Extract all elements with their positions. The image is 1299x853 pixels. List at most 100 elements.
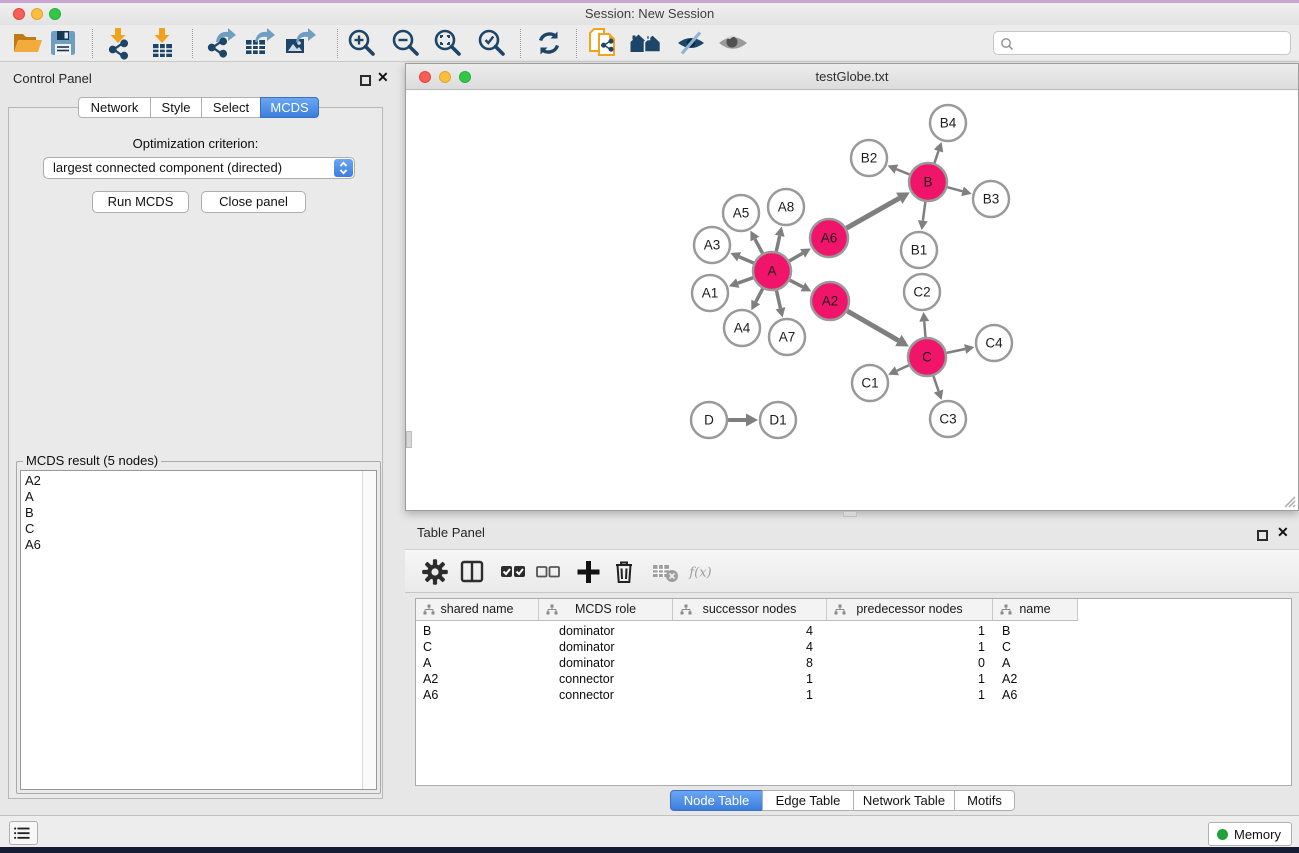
window-titlebar[interactable]: Session: New Session (0, 3, 1299, 25)
result-list-scrollbar[interactable] (362, 471, 376, 789)
delete-column-icon[interactable] (609, 557, 639, 587)
close-traffic-light[interactable] (13, 8, 25, 20)
table-panel-close-icon[interactable]: ✕ (1277, 527, 1289, 538)
vertical-scrollbar-stub[interactable] (406, 431, 412, 448)
network-minimize-traffic-light[interactable] (439, 71, 451, 83)
cell: 1 (673, 671, 827, 687)
table-row-A[interactable]: Adominator80A (416, 655, 1291, 671)
edge-A-A5[interactable] (755, 239, 763, 253)
cell: C (416, 639, 539, 655)
edge-A-A2[interactable] (790, 280, 803, 287)
edge-B-B4[interactable] (934, 151, 938, 163)
tab-style[interactable]: Style (150, 97, 202, 118)
close-panel-button[interactable]: Close panel (201, 191, 306, 213)
edge-B-B3[interactable] (947, 187, 962, 191)
export-table-icon[interactable] (242, 26, 276, 60)
edge-B-B2[interactable] (896, 169, 909, 174)
run-mcds-button[interactable]: Run MCDS (92, 191, 189, 213)
result-list-item[interactable]: A (21, 489, 376, 505)
home-icon[interactable] (629, 26, 663, 60)
control-panel-float-icon[interactable] (360, 73, 371, 91)
add-column-icon[interactable] (573, 557, 603, 587)
network-maximize-traffic-light[interactable] (459, 71, 471, 83)
split-columns-icon[interactable] (457, 557, 487, 587)
node-table[interactable]: shared nameMCDS rolesuccessor nodesprede… (415, 598, 1292, 786)
table-row-A2[interactable]: A2connector11A2 (416, 671, 1291, 687)
result-list-item[interactable]: A6 (21, 537, 376, 553)
table-row-B[interactable]: Bdominator41B (416, 623, 1291, 639)
export-network-icon[interactable] (203, 26, 237, 60)
edge-A6-B[interactable] (846, 198, 899, 228)
column-header-predecessor-nodes[interactable]: predecessor nodes (827, 599, 993, 621)
edge-A-A7[interactable] (776, 291, 780, 309)
tab-network[interactable]: Network (78, 97, 151, 118)
export-image-icon[interactable] (282, 26, 316, 60)
open-session-icon[interactable] (10, 26, 44, 60)
maximize-traffic-light[interactable] (49, 8, 61, 20)
edge-B-B1[interactable] (923, 202, 926, 221)
network-graph[interactable]: AA1A2A3A4A5A6A7A8BB1B2B3B4CC1C2C3C4DD1 (406, 90, 1298, 510)
table-panel-float-icon[interactable] (1257, 528, 1268, 546)
mcds-result-list[interactable]: A2ABCA6 (20, 470, 377, 790)
network-window-titlebar[interactable]: testGlobe.txt (406, 64, 1298, 90)
graph-node-label: B2 (861, 151, 878, 166)
result-list-item[interactable]: C (21, 521, 376, 537)
graph-node-label: A8 (778, 200, 795, 215)
tab-edge-table[interactable]: Edge Table (762, 790, 854, 811)
column-header-name[interactable]: name (993, 599, 1078, 621)
search-icon (1000, 37, 1014, 51)
tab-mcds[interactable]: MCDS (260, 97, 319, 118)
save-session-icon[interactable] (46, 26, 80, 60)
graph-node-label: C1 (861, 376, 878, 391)
tab-network-table[interactable]: Network Table (853, 790, 955, 811)
graph-node-label: A3 (704, 238, 721, 253)
table-row-A6[interactable]: A6connector11A6 (416, 687, 1291, 703)
control-panel-close-icon[interactable]: ✕ (377, 72, 389, 83)
network-close-traffic-light[interactable] (419, 71, 431, 83)
edge-C-C2[interactable] (924, 321, 925, 337)
result-list-item[interactable]: B (21, 505, 376, 521)
new-network-icon[interactable] (587, 26, 621, 60)
edge-C-C4[interactable] (947, 349, 966, 353)
deselect-all-icon[interactable] (533, 557, 563, 587)
result-list-item[interactable]: A2 (21, 473, 376, 489)
table-row-C[interactable]: Cdominator41C (416, 639, 1291, 655)
tab-motifs[interactable]: Motifs (954, 790, 1015, 811)
minimize-traffic-light[interactable] (31, 8, 43, 20)
cell: A6 (993, 687, 1078, 703)
column-header-shared-name[interactable]: shared name (416, 599, 539, 621)
horizontal-scrollbar-stub[interactable] (843, 511, 857, 517)
column-header-MCDS-role[interactable]: MCDS role (539, 599, 673, 621)
task-history-button[interactable] (9, 821, 38, 845)
column-header-successor-nodes[interactable]: successor nodes (673, 599, 827, 621)
edge-A-A8[interactable] (776, 236, 779, 252)
import-table-icon[interactable] (145, 26, 179, 60)
edge-C-C1[interactable] (897, 365, 909, 370)
edge-A-A4[interactable] (756, 289, 763, 302)
resize-grip-icon[interactable] (1282, 494, 1296, 508)
select-all-icon[interactable] (498, 557, 528, 587)
edge-A-A3[interactable] (739, 257, 754, 263)
edge-A-A1[interactable] (738, 278, 753, 283)
settings-icon[interactable] (420, 557, 450, 587)
dropdown-stepper-icon[interactable] (334, 159, 353, 177)
tab-select[interactable]: Select (201, 97, 261, 118)
zoom-out-icon[interactable] (389, 26, 423, 60)
edge-A-A6[interactable] (789, 253, 802, 261)
zoom-selected-icon[interactable] (475, 26, 509, 60)
show-graphics-icon[interactable] (716, 26, 750, 60)
memory-status-icon (1217, 829, 1228, 840)
memory-button[interactable]: Memory (1208, 822, 1292, 846)
edge-A2-C[interactable] (847, 311, 898, 341)
refresh-icon[interactable] (532, 26, 566, 60)
zoom-in-icon[interactable] (345, 26, 379, 60)
tab-node-table[interactable]: Node Table (670, 790, 763, 811)
import-network-icon[interactable] (101, 26, 135, 60)
hide-graphics-icon[interactable] (674, 26, 708, 60)
cell: connector (539, 671, 673, 687)
search-input[interactable] (993, 31, 1291, 55)
optimization-criterion-label: Optimization criterion: (8, 136, 383, 151)
zoom-fit-icon[interactable] (431, 26, 465, 60)
optimization-dropdown[interactable]: largest connected component (directed) (43, 157, 355, 179)
edge-C-C3[interactable] (933, 376, 938, 391)
